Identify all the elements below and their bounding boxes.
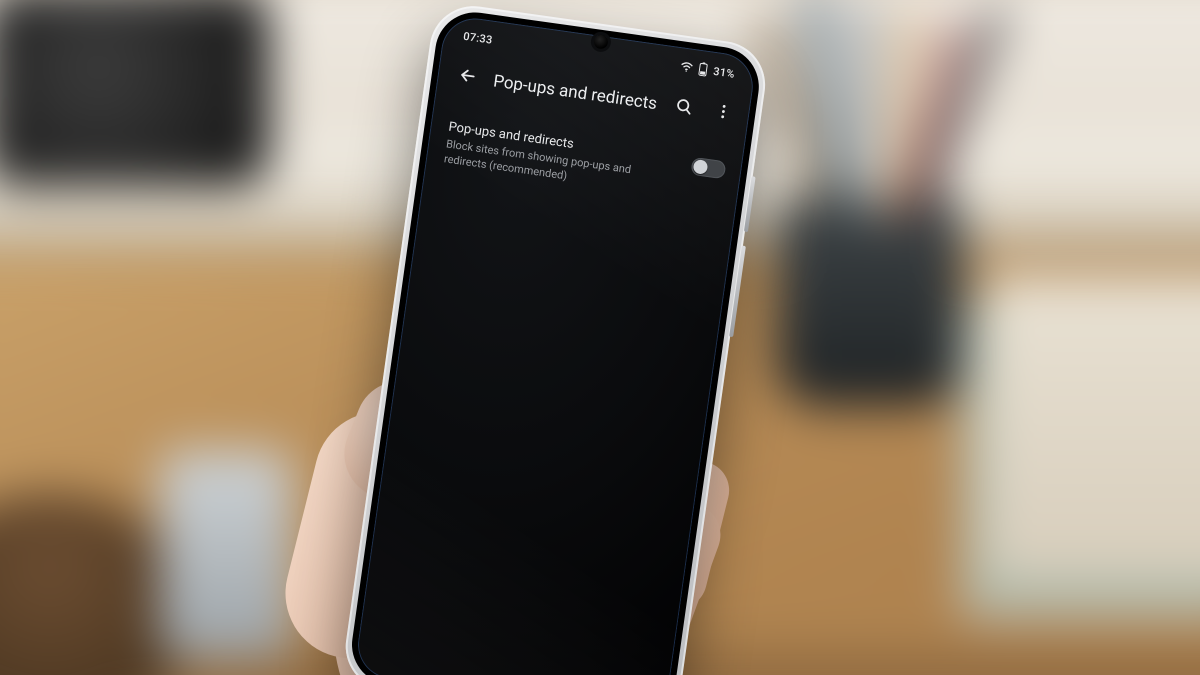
scene-photo-backdrop: 07:33 31% Pop-ups a [0,0,1200,675]
search-button[interactable] [661,85,706,130]
page-title: Pop-ups and redirects [492,71,658,114]
arrow-back-icon [456,64,479,91]
more-vert-icon [713,101,734,125]
back-button[interactable] [445,55,490,100]
status-battery-text: 31% [713,64,736,80]
status-clock: 07:33 [463,29,494,46]
setting-toggle[interactable] [690,157,726,180]
wifi-icon [680,61,694,73]
battery-icon [698,62,710,77]
search-icon [673,95,695,120]
overflow-menu-button[interactable] [701,91,746,136]
